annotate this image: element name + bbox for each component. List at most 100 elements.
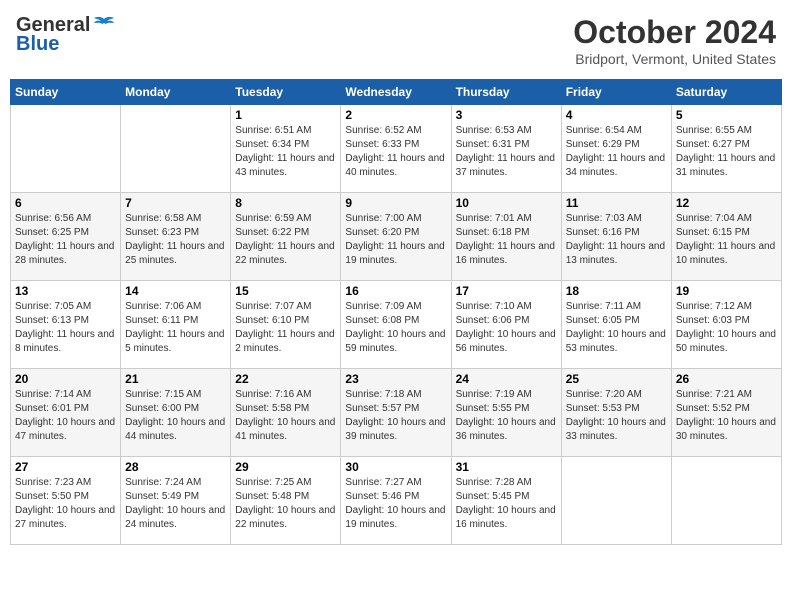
day-info: Sunrise: 7:18 AMSunset: 5:57 PMDaylight:…	[345, 388, 446, 444]
day-number: 25	[566, 372, 667, 386]
calendar-cell: 3Sunrise: 6:53 AMSunset: 6:31 PMDaylight…	[451, 105, 561, 193]
calendar-cell: 25 Sunrise: 7:20 AMSunset: 5:53 PMDayligh…	[561, 369, 671, 457]
calendar-cell: 6Sunrise: 6:56 AMSunset: 6:25 PMDaylight…	[11, 193, 121, 281]
calendar-cell	[11, 105, 121, 193]
day-number: 2	[345, 108, 446, 122]
day-number: 1	[235, 108, 336, 122]
day-number: 15	[235, 284, 336, 298]
day-info: Sunrise: 7:20 AMSunset: 5:53 PMDaylight:…	[566, 388, 667, 444]
day-info: Sunrise: 7:10 AMSunset: 6:06 PMDaylight:…	[456, 300, 557, 356]
day-number: 22	[235, 372, 336, 386]
calendar-header-row: SundayMondayTuesdayWednesdayThursdayFrid…	[11, 80, 782, 105]
day-info: Sunrise: 6:58 AMSunset: 6:23 PMDaylight:…	[125, 212, 226, 268]
day-number: 19	[676, 284, 777, 298]
day-number: 11	[566, 196, 667, 210]
day-header-thursday: Thursday	[451, 80, 561, 105]
calendar-cell: 31Sunrise: 7:28 AMSunset: 5:45 PMDayligh…	[451, 457, 561, 545]
day-info: Sunrise: 7:15 AMSunset: 6:00 PMDaylight:…	[125, 388, 226, 444]
day-info: Sunrise: 6:51 AMSunset: 6:34 PMDaylight:…	[235, 124, 336, 180]
month-title: October 2024	[573, 14, 776, 51]
day-number: 17	[456, 284, 557, 298]
calendar-week-3: 13 Sunrise: 7:05 AMSunset: 6:13 PMDayligh…	[11, 281, 782, 369]
calendar-cell	[121, 105, 231, 193]
logo: General Blue	[16, 14, 116, 56]
calendar-cell: 17 Sunrise: 7:10 AMSunset: 6:06 PMDayligh…	[451, 281, 561, 369]
day-info: Sunrise: 7:19 AMSunset: 5:55 PMDaylight:…	[456, 388, 557, 444]
calendar-cell: 14 Sunrise: 7:06 AMSunset: 6:11 PMDayligh…	[121, 281, 231, 369]
day-info: Sunrise: 6:59 AMSunset: 6:22 PMDaylight:…	[235, 212, 336, 268]
page-header: General Blue October 2024 Bridport, Verm…	[10, 10, 782, 71]
day-number: 27	[15, 460, 116, 474]
calendar-cell: 1 Sunrise: 6:51 AMSunset: 6:34 PMDaylight…	[231, 105, 341, 193]
day-number: 29	[235, 460, 336, 474]
title-block: October 2024 Bridport, Vermont, United S…	[573, 14, 776, 67]
location: Bridport, Vermont, United States	[573, 51, 776, 67]
day-number: 12	[676, 196, 777, 210]
day-info: Sunrise: 7:16 AMSunset: 5:58 PMDaylight:…	[235, 388, 336, 444]
calendar-cell: 21 Sunrise: 7:15 AMSunset: 6:00 PMDayligh…	[121, 369, 231, 457]
day-number: 31	[456, 460, 557, 474]
day-number: 7	[125, 196, 226, 210]
calendar-cell	[671, 457, 781, 545]
calendar-week-2: 6Sunrise: 6:56 AMSunset: 6:25 PMDaylight…	[11, 193, 782, 281]
calendar-cell: 29 Sunrise: 7:25 AMSunset: 5:48 PMDayligh…	[231, 457, 341, 545]
calendar-cell: 13 Sunrise: 7:05 AMSunset: 6:13 PMDayligh…	[11, 281, 121, 369]
day-header-sunday: Sunday	[11, 80, 121, 105]
day-number: 16	[345, 284, 446, 298]
calendar-cell: 16Sunrise: 7:09 AMSunset: 6:08 PMDayligh…	[341, 281, 451, 369]
calendar-cell: 18Sunrise: 7:11 AMSunset: 6:05 PMDayligh…	[561, 281, 671, 369]
day-number: 28	[125, 460, 226, 474]
day-info: Sunrise: 7:27 AMSunset: 5:46 PMDaylight:…	[345, 476, 446, 532]
day-info: Sunrise: 7:21 AMSunset: 5:52 PMDaylight:…	[676, 388, 777, 444]
calendar-cell: 10 Sunrise: 7:01 AMSunset: 6:18 PMDayligh…	[451, 193, 561, 281]
calendar-cell: 27 Sunrise: 7:23 AMSunset: 5:50 PMDayligh…	[11, 457, 121, 545]
day-info: Sunrise: 7:14 AMSunset: 6:01 PMDaylight:…	[15, 388, 116, 444]
day-info: Sunrise: 7:23 AMSunset: 5:50 PMDaylight:…	[15, 476, 116, 532]
calendar-cell: 9 Sunrise: 7:00 AMSunset: 6:20 PMDaylight…	[341, 193, 451, 281]
day-number: 24	[456, 372, 557, 386]
calendar-cell: 8 Sunrise: 6:59 AMSunset: 6:22 PMDaylight…	[231, 193, 341, 281]
calendar-cell: 19 Sunrise: 7:12 AMSunset: 6:03 PMDayligh…	[671, 281, 781, 369]
calendar-cell: 15 Sunrise: 7:07 AMSunset: 6:10 PMDayligh…	[231, 281, 341, 369]
calendar-cell: 24 Sunrise: 7:19 AMSunset: 5:55 PMDayligh…	[451, 369, 561, 457]
day-number: 23	[345, 372, 446, 386]
calendar-cell: 7 Sunrise: 6:58 AMSunset: 6:23 PMDaylight…	[121, 193, 231, 281]
day-info: Sunrise: 7:12 AMSunset: 6:03 PMDaylight:…	[676, 300, 777, 356]
calendar-cell: 20 Sunrise: 7:14 AMSunset: 6:01 PMDayligh…	[11, 369, 121, 457]
day-info: Sunrise: 7:24 AMSunset: 5:49 PMDaylight:…	[125, 476, 226, 532]
calendar-cell: 2 Sunrise: 6:52 AMSunset: 6:33 PMDaylight…	[341, 105, 451, 193]
calendar-cell: 5Sunrise: 6:55 AMSunset: 6:27 PMDaylight…	[671, 105, 781, 193]
day-info: Sunrise: 7:05 AMSunset: 6:13 PMDaylight:…	[15, 300, 116, 356]
day-number: 14	[125, 284, 226, 298]
day-number: 9	[345, 196, 446, 210]
day-number: 10	[456, 196, 557, 210]
day-number: 13	[15, 284, 116, 298]
calendar-cell: 4 Sunrise: 6:54 AMSunset: 6:29 PMDaylight…	[561, 105, 671, 193]
day-number: 20	[15, 372, 116, 386]
day-info: Sunrise: 6:56 AMSunset: 6:25 PMDaylight:…	[15, 212, 116, 268]
calendar-cell: 22 Sunrise: 7:16 AMSunset: 5:58 PMDayligh…	[231, 369, 341, 457]
day-number: 21	[125, 372, 226, 386]
day-info: Sunrise: 7:11 AMSunset: 6:05 PMDaylight:…	[566, 300, 667, 356]
day-header-saturday: Saturday	[671, 80, 781, 105]
calendar-cell: 23 Sunrise: 7:18 AMSunset: 5:57 PMDayligh…	[341, 369, 451, 457]
day-info: Sunrise: 7:01 AMSunset: 6:18 PMDaylight:…	[456, 212, 557, 268]
day-number: 4	[566, 108, 667, 122]
day-info: Sunrise: 7:07 AMSunset: 6:10 PMDaylight:…	[235, 300, 336, 356]
day-info: Sunrise: 6:54 AMSunset: 6:29 PMDaylight:…	[566, 124, 667, 180]
calendar-cell: 30 Sunrise: 7:27 AMSunset: 5:46 PMDayligh…	[341, 457, 451, 545]
day-info: Sunrise: 7:00 AMSunset: 6:20 PMDaylight:…	[345, 212, 446, 268]
calendar-week-1: 1 Sunrise: 6:51 AMSunset: 6:34 PMDaylight…	[11, 105, 782, 193]
day-header-monday: Monday	[121, 80, 231, 105]
day-header-friday: Friday	[561, 80, 671, 105]
day-number: 30	[345, 460, 446, 474]
day-number: 5	[676, 108, 777, 122]
calendar-table: SundayMondayTuesdayWednesdayThursdayFrid…	[10, 79, 782, 545]
day-info: Sunrise: 7:25 AMSunset: 5:48 PMDaylight:…	[235, 476, 336, 532]
logo-blue-text: Blue	[16, 33, 59, 56]
day-info: Sunrise: 7:06 AMSunset: 6:11 PMDaylight:…	[125, 300, 226, 356]
calendar-week-5: 27 Sunrise: 7:23 AMSunset: 5:50 PMDayligh…	[11, 457, 782, 545]
calendar-cell: 28 Sunrise: 7:24 AMSunset: 5:49 PMDayligh…	[121, 457, 231, 545]
day-info: Sunrise: 6:52 AMSunset: 6:33 PMDaylight:…	[345, 124, 446, 180]
day-number: 8	[235, 196, 336, 210]
